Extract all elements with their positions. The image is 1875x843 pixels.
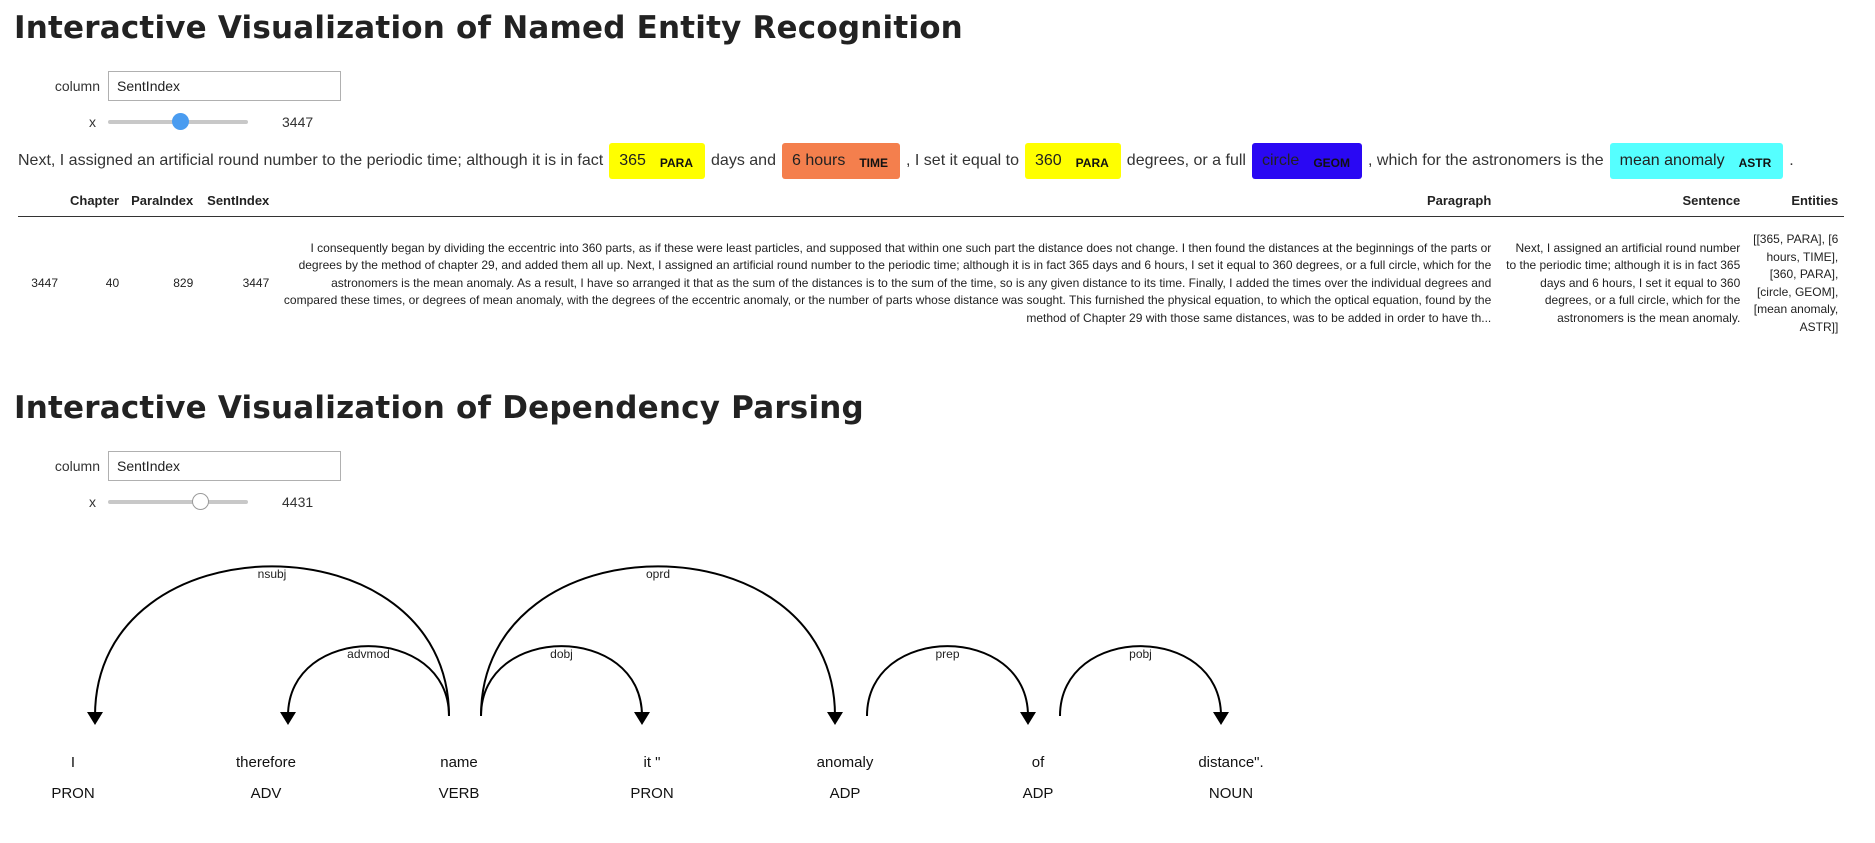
dep-slider-control: x 4431 [0, 492, 313, 512]
dep-arrowhead [1213, 712, 1229, 725]
ner-text-segment: . [1789, 152, 1794, 169]
dep-pos-tag: PRON [51, 785, 94, 802]
dep-word: I [71, 754, 75, 771]
ner-column-control: column SentIndex [0, 71, 341, 101]
dep-arc-label: dobj [550, 647, 573, 661]
dependency-parse-diagram: I PRON therefore ADV name VERB it " PRON anomaly… [51, 565, 1264, 802]
entity-label: TIME [859, 155, 889, 170]
cell-entities: [[365, PARA], [6 hours, TIME], [360, PAR… [1753, 232, 1839, 334]
cell-index: 3447 [31, 275, 58, 290]
dep-word: of [1032, 754, 1045, 771]
col-header-paragraph: Paragraph [275, 193, 1498, 217]
table-row: 3447 40 829 3447 I consequently began by… [18, 217, 1844, 343]
entity-text: mean anomaly [1619, 152, 1725, 169]
table-header-row: Chapter ParaIndex SentIndex Paragraph Se… [18, 193, 1845, 217]
dep-arrowhead [1020, 712, 1036, 725]
dep-arc-label: nsubj [258, 567, 287, 581]
ner-slider-value: 3447 [282, 114, 314, 130]
cell-sentence: Next, I assigned an artificial round num… [1506, 240, 1741, 325]
dep-word: it " [644, 754, 661, 771]
ner-slider-label: x [89, 114, 96, 130]
ner-text-segment: , I set it equal to [906, 152, 1019, 169]
entity-365-para: 365 PARA [609, 143, 706, 179]
dep-pos-tag: ADP [830, 785, 861, 802]
ner-x-slider[interactable] [108, 112, 248, 132]
dep-word: distance". [1198, 754, 1263, 771]
dep-arrowhead [280, 712, 296, 725]
ner-sentence: Next, I assigned an artificial round num… [18, 143, 1794, 179]
col-header-paraindex: ParaIndex [125, 193, 200, 217]
dep-title: Interactive Visualization of Dependency … [14, 390, 864, 426]
dep-slider-track [108, 500, 248, 504]
ner-slider-control: x 3447 [0, 112, 313, 132]
col-header-entities: Entities [1746, 193, 1845, 217]
col-header-index [18, 193, 64, 217]
dep-arc-label: advmod [347, 647, 390, 661]
dep-slider-value: 4431 [282, 494, 314, 510]
dep-slider-handle[interactable] [191, 493, 209, 510]
dep-arrowhead [634, 712, 650, 725]
ner-text-segment: , which for the astronomers is the [1368, 152, 1604, 169]
cell-sentindex: 3447 [242, 275, 270, 290]
cell-paragraph: I consequently began by dividing the ecc… [283, 240, 1492, 325]
dep-x-slider[interactable] [108, 492, 248, 512]
entity-text: 6 hours [791, 152, 846, 169]
dep-arc [94, 565, 450, 717]
dep-column-control: column SentIndex [0, 451, 341, 481]
dep-arc-label: oprd [646, 567, 670, 581]
col-header-sentindex: SentIndex [199, 193, 276, 217]
dep-arc-label: pobj [1129, 647, 1152, 661]
ner-text-segment: days and [711, 152, 776, 169]
ner-text-segment: degrees, or a full [1126, 152, 1246, 169]
ner-slider-handle[interactable] [172, 113, 190, 130]
entity-6-hours-time: 6 hours TIME [781, 143, 901, 179]
entity-label: PARA [659, 155, 694, 170]
dep-pos-tag: NOUN [1209, 785, 1253, 802]
col-header-chapter: Chapter [64, 193, 126, 217]
col-header-sentence: Sentence [1497, 193, 1747, 217]
dep-slider-label: x [89, 494, 96, 510]
dep-word: anomaly [817, 754, 874, 771]
dep-pos-tag: ADP [1023, 785, 1054, 802]
dep-arrowhead [827, 712, 843, 725]
cell-chapter: 40 [105, 275, 120, 290]
ner-dataframe: Chapter ParaIndex SentIndex Paragraph Se… [18, 193, 1845, 343]
dep-column-input[interactable]: SentIndex [108, 451, 341, 481]
dep-pos-tag: ADV [251, 785, 282, 802]
entity-text: 365 [619, 152, 646, 169]
dep-word: name [440, 754, 478, 771]
entity-text: circle [1261, 152, 1300, 169]
entity-mean-anomaly-astr: mean anomaly ASTR [1609, 143, 1784, 179]
dep-arc-label: prep [935, 647, 959, 661]
entity-360-para: 360 PARA [1024, 143, 1121, 179]
dep-pos-tag: VERB [439, 785, 480, 802]
dep-word: therefore [236, 754, 296, 771]
entity-label: GEOM [1313, 155, 1350, 170]
dep-column-label: column [54, 458, 100, 474]
entity-circle-geom: circle GEOM [1251, 143, 1362, 179]
ner-column-input[interactable]: SentIndex [108, 71, 341, 101]
dep-arrowhead [87, 712, 103, 725]
entity-text: 360 [1034, 152, 1062, 169]
ner-column-label: column [54, 78, 100, 94]
entity-label: PARA [1075, 155, 1109, 170]
entity-label: ASTR [1738, 155, 1772, 170]
dep-arc [480, 565, 836, 717]
dep-pos-tag: PRON [630, 785, 673, 802]
ner-text-segment: Next, I assigned an artificial round num… [18, 152, 604, 169]
ner-title: Interactive Visualization of Named Entit… [14, 10, 963, 46]
cell-paraindex: 829 [173, 275, 194, 290]
